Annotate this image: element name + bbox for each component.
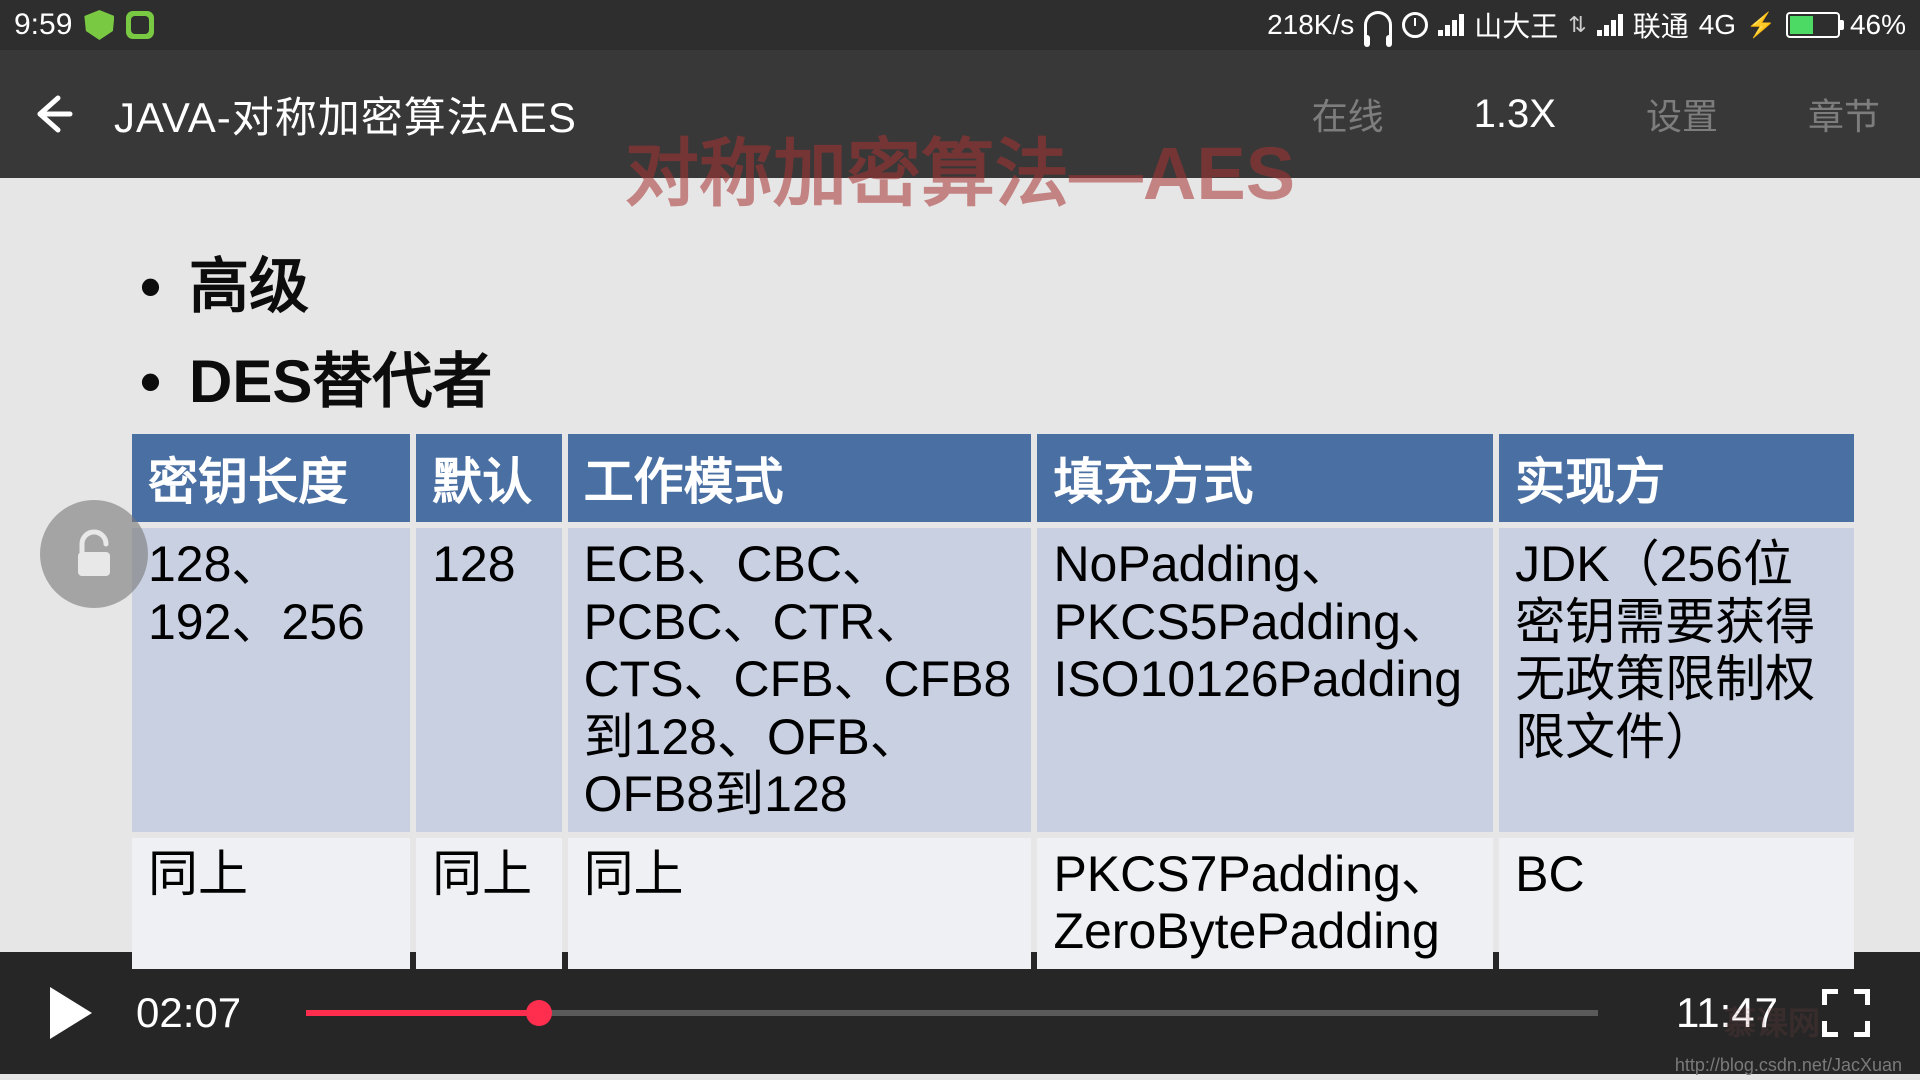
- table-header-mode: 工作模式: [568, 434, 1032, 522]
- table-cell: BC: [1499, 838, 1854, 969]
- progress-fill: [306, 1010, 539, 1016]
- table-header-padding: 填充方式: [1037, 434, 1493, 522]
- table-cell: JDK（256位密钥需要获得无政策限制权限文件）: [1499, 528, 1854, 832]
- playback-speed-button[interactable]: 1.3X: [1474, 92, 1556, 137]
- table-row: 同上 同上 同上 PKCS7Padding、ZeroBytePadding BC: [132, 838, 1854, 969]
- app-bar: JAVA-对称加密算法AES 在线 1.3X 设置 章节: [0, 50, 1920, 178]
- table-cell: NoPadding、PKCS5Padding、ISO10126Padding: [1037, 528, 1493, 832]
- table-cell: 同上: [416, 838, 561, 969]
- current-time: 02:07: [136, 989, 256, 1037]
- carrier-1: 山大王: [1474, 5, 1558, 45]
- chapter-button[interactable]: 章节: [1808, 88, 1880, 140]
- network-speed: 218K/s: [1267, 9, 1354, 41]
- fullscreen-button[interactable]: [1822, 989, 1870, 1037]
- data-transfer-icon: ⇅: [1568, 12, 1586, 38]
- slide-bullet-2: DES替代者: [140, 333, 1860, 420]
- video-title: JAVA-对称加密算法AES: [114, 84, 577, 145]
- table-cell: 128、192、256: [132, 528, 410, 832]
- table-header-default: 默认: [416, 434, 561, 522]
- carrier-2: 联通: [1633, 5, 1689, 45]
- play-button[interactable]: [50, 987, 92, 1039]
- table-header-keylen: 密钥长度: [132, 434, 410, 522]
- table-cell: 同上: [568, 838, 1032, 969]
- battery-percent: 46%: [1850, 9, 1906, 41]
- table-cell: ECB、CBC、PCBC、CTR、CTS、CFB、CFB8到128、OFB、OF…: [568, 528, 1032, 832]
- app-status-icon: [126, 11, 154, 39]
- signal-bars-1-icon: [1438, 14, 1464, 36]
- progress-thumb[interactable]: [526, 1000, 552, 1026]
- aes-table: 密钥长度 默认 工作模式 填充方式 实现方 128、192、256 128 EC…: [126, 428, 1860, 975]
- status-bar: 9:59 218K/s 山大王 ⇅ 联通 4G ⚡ 46%: [0, 0, 1920, 50]
- charging-icon: ⚡: [1746, 11, 1776, 40]
- table-row: 128、192、256 128 ECB、CBC、PCBC、CTR、CTS、CFB…: [132, 528, 1854, 832]
- battery-icon: [1786, 12, 1840, 38]
- signal-bars-2-icon: [1597, 14, 1623, 36]
- table-cell: 同上: [132, 838, 410, 969]
- progress-bar[interactable]: [306, 1010, 1598, 1016]
- table-header-provider: 实现方: [1499, 434, 1854, 522]
- shield-icon: [84, 10, 114, 40]
- lock-screen-button[interactable]: [40, 500, 148, 608]
- settings-button[interactable]: 设置: [1646, 88, 1718, 140]
- source-watermark: 慕课网: [1724, 998, 1820, 1044]
- online-status-button[interactable]: 在线: [1312, 88, 1384, 140]
- network-type: 4G: [1699, 9, 1736, 41]
- slide-bullet-1: 高级: [140, 238, 1860, 325]
- alarm-icon: [1402, 12, 1428, 38]
- table-cell: 128: [416, 528, 561, 832]
- headphone-icon: [1364, 11, 1392, 39]
- video-content-area[interactable]: 对称加密算法—AES 高级 DES替代者 密钥长度 默认 工作模式 填充方式 实…: [0, 178, 1920, 1080]
- status-time: 9:59: [14, 8, 72, 42]
- table-cell: PKCS7Padding、ZeroBytePadding: [1037, 838, 1493, 969]
- blog-watermark: http://blog.csdn.net/JacXuan: [1675, 1055, 1902, 1076]
- back-button[interactable]: [30, 92, 74, 136]
